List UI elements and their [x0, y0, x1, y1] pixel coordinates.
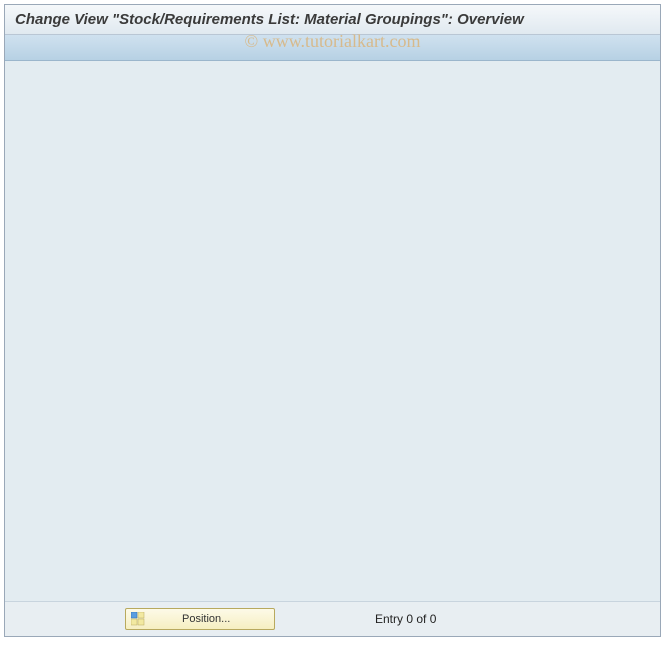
window-title: Change View "Stock/Requirements List: Ma…	[15, 11, 524, 28]
footer-bar: Position... Entry 0 of 0	[5, 602, 660, 636]
app-window: Change View "Stock/Requirements List: Ma…	[4, 4, 661, 637]
entry-status: Entry 0 of 0	[375, 612, 436, 626]
position-button[interactable]: Position...	[125, 608, 275, 630]
content-area	[5, 61, 660, 602]
window-title-bar: Change View "Stock/Requirements List: Ma…	[5, 5, 660, 35]
table-position-icon	[128, 609, 148, 629]
position-button-label: Position...	[152, 613, 274, 625]
toolbar	[5, 35, 660, 61]
